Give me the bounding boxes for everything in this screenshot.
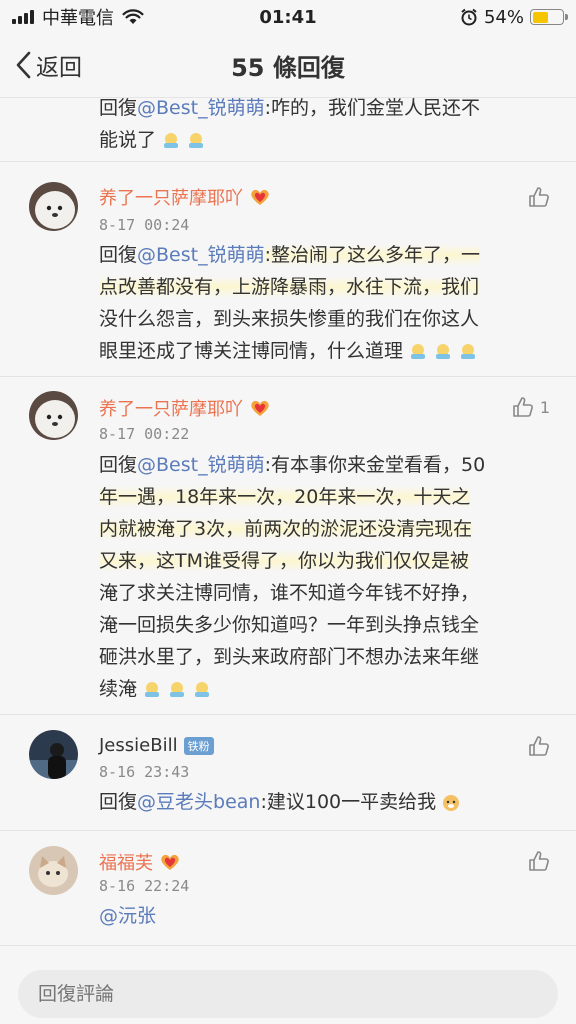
username[interactable]: 养了一只萨摩耶吖 — [99, 184, 271, 210]
comment-line: :咋的，我们金堂人民还不 — [264, 98, 480, 119]
comment-item[interactable]: 养了一只萨摩耶吖 8-17 00:24 回復@Best_锐萌萌:整治闹了这么多年… — [0, 162, 576, 377]
like-button[interactable] — [528, 735, 550, 757]
comment-time: 8-17 00:22 — [99, 425, 190, 443]
chevron-left-icon — [16, 51, 31, 79]
samoyed-avatar-icon — [29, 391, 78, 440]
comment-item[interactable]: 福福芙 8-16 22:24 @沅张 — [0, 831, 576, 946]
page-title: 55 條回復 — [231, 54, 345, 82]
thumbs-up-icon — [529, 187, 549, 207]
doge-hands-emoji-icon — [411, 343, 426, 359]
avatar[interactable] — [29, 182, 78, 231]
status-bar: 中華電信 01:41 54% — [0, 0, 576, 34]
mention-link[interactable]: @Best_锐萌萌 — [137, 98, 265, 119]
comment-line: 砸洪水里了，到头来政府部门不想办法来年继 — [99, 646, 480, 668]
doge-hands-emoji-icon — [145, 681, 160, 697]
wifi-icon — [122, 9, 144, 24]
comment-line: 年一遇，18年来一次，20年来一次，十天之 — [99, 486, 471, 508]
samoyed-avatar-icon — [29, 182, 78, 231]
doge-hands-emoji-icon — [195, 681, 210, 697]
comment-text: @沅张 — [99, 900, 547, 932]
comment-line: 点改善都没有，上游降暴雨，水往下流，我们 — [99, 276, 480, 298]
comment-line: 又来，这TM谁受得了，你以为我们仅仅是被 — [99, 550, 470, 572]
comment-time: 8-16 22:24 — [99, 877, 190, 895]
thumbs-up-icon — [529, 851, 549, 871]
reply-prefix: 回復 — [99, 98, 138, 119]
comment-text: 回復@Best_锐萌萌:有本事你来金堂看看，50 年一遇，18年来一次，20年来… — [99, 449, 547, 705]
username[interactable]: 养了一只萨摩耶吖 — [99, 395, 271, 421]
doge-hands-emoji-icon — [189, 132, 204, 148]
comment-line: :建议100一平卖给我 — [260, 791, 437, 813]
vip-heart-badge-icon — [251, 400, 269, 416]
avatar[interactable] — [29, 730, 78, 779]
battery-level-fill — [532, 11, 549, 23]
username[interactable]: JessieBill 铁粉 — [99, 735, 214, 756]
battery-percent: 54% — [483, 6, 524, 28]
comment-text: 回復@Best_锐萌萌:咋的，我们金堂人民还不 能说了 — [99, 98, 547, 156]
thumbs-up-icon — [529, 736, 549, 756]
carrier-name: 中華電信 — [42, 8, 114, 29]
comment-time: 8-17 00:24 — [99, 216, 190, 234]
kitten-avatar-icon — [29, 846, 78, 895]
status-right: 54% — [460, 6, 568, 28]
reply-prefix: 回復 — [99, 791, 138, 813]
mention-link[interactable]: @Best_锐萌萌 — [137, 454, 265, 476]
comment-line: :整治闹了这么多年了，一 — [264, 244, 480, 266]
vip-heart-badge-icon — [161, 854, 179, 870]
back-label: 返回 — [36, 55, 82, 81]
username-text: 养了一只萨摩耶吖 — [99, 399, 243, 420]
avatar[interactable] — [29, 391, 78, 440]
comment-line: 淹了求关注博同情，谁不知道今年钱不好挣， — [99, 582, 480, 604]
reply-comment-input[interactable] — [18, 970, 558, 1018]
comment-line: 淹一回损失多少你知道吗？一年到头挣点钱全 — [99, 614, 480, 636]
like-button[interactable] — [528, 186, 550, 208]
comment-line: 内就被淹了3次，前两次的淤泥还没清完现在 — [99, 518, 473, 540]
avatar[interactable] — [29, 846, 78, 895]
comment-text: 回復@豆老头bean:建议100一平卖给我 — [99, 786, 547, 818]
reply-bar — [0, 964, 576, 1024]
comment-line: 能说了 — [99, 129, 157, 151]
comment-time: 8-16 23:43 — [99, 763, 190, 781]
username-text: 养了一只萨摩耶吖 — [99, 188, 243, 209]
comment-line: :有本事你来金堂看看，50 — [264, 454, 486, 476]
doge-hands-emoji-icon — [164, 132, 179, 148]
back-button[interactable]: 返回 — [14, 48, 82, 82]
like-button[interactable]: 1 — [512, 396, 550, 418]
vip-heart-badge-icon — [251, 189, 269, 205]
doge-hands-emoji-icon — [170, 681, 185, 697]
username-text: JessieBill — [99, 735, 178, 756]
fan-badge: 铁粉 — [183, 736, 214, 755]
mention-link[interactable]: @Best_锐萌萌 — [137, 244, 265, 266]
navigation-bar: 返回 55 條回復 — [0, 34, 576, 98]
status-left: 中華電信 — [12, 4, 144, 30]
like-count: 1 — [539, 397, 550, 417]
comment-line: 没什么怨言，到头来损失惨重的我们在你这人 — [99, 308, 480, 330]
comment-item[interactable]: 回復@Best_锐萌萌:咋的，我们金堂人民还不 能说了 — [0, 98, 576, 162]
thumbs-up-icon — [513, 397, 533, 417]
username-text: 福福芙 — [99, 853, 153, 874]
cell-signal-icon — [12, 10, 34, 24]
reply-prefix: 回復 — [99, 244, 138, 266]
mention-link[interactable]: @豆老头bean — [137, 791, 260, 813]
comment-item[interactable]: JessieBill 铁粉 8-16 23:43 回復@豆老头bean:建议10… — [0, 715, 576, 831]
person-avatar-icon — [29, 730, 78, 779]
comment-text: 回復@Best_锐萌萌:整治闹了这么多年了，一 点改善都没有，上游降暴雨，水往下… — [99, 239, 547, 367]
reply-prefix: 回復 — [99, 454, 138, 476]
doge-hands-emoji-icon — [461, 343, 476, 359]
comment-line: 眼里还成了博关注博同情，什么道理 — [99, 340, 404, 362]
doge-hands-emoji-icon — [436, 343, 451, 359]
battery-icon — [530, 9, 568, 25]
comment-list[interactable]: 回復@Best_锐萌萌:咋的，我们金堂人民还不 能说了 养了一只萨摩耶吖 8-1… — [0, 98, 576, 964]
alarm-clock-icon — [461, 8, 477, 26]
like-button[interactable] — [528, 850, 550, 872]
comment-item[interactable]: 养了一只萨摩耶吖 8-17 00:22 1 回復@Best_锐萌萌:有本事你来金… — [0, 377, 576, 715]
doge-emoji-icon — [443, 794, 460, 811]
comment-line: 续淹 — [99, 678, 138, 700]
username[interactable]: 福福芙 — [99, 849, 181, 875]
mention-link[interactable]: @沅张 — [99, 905, 156, 927]
